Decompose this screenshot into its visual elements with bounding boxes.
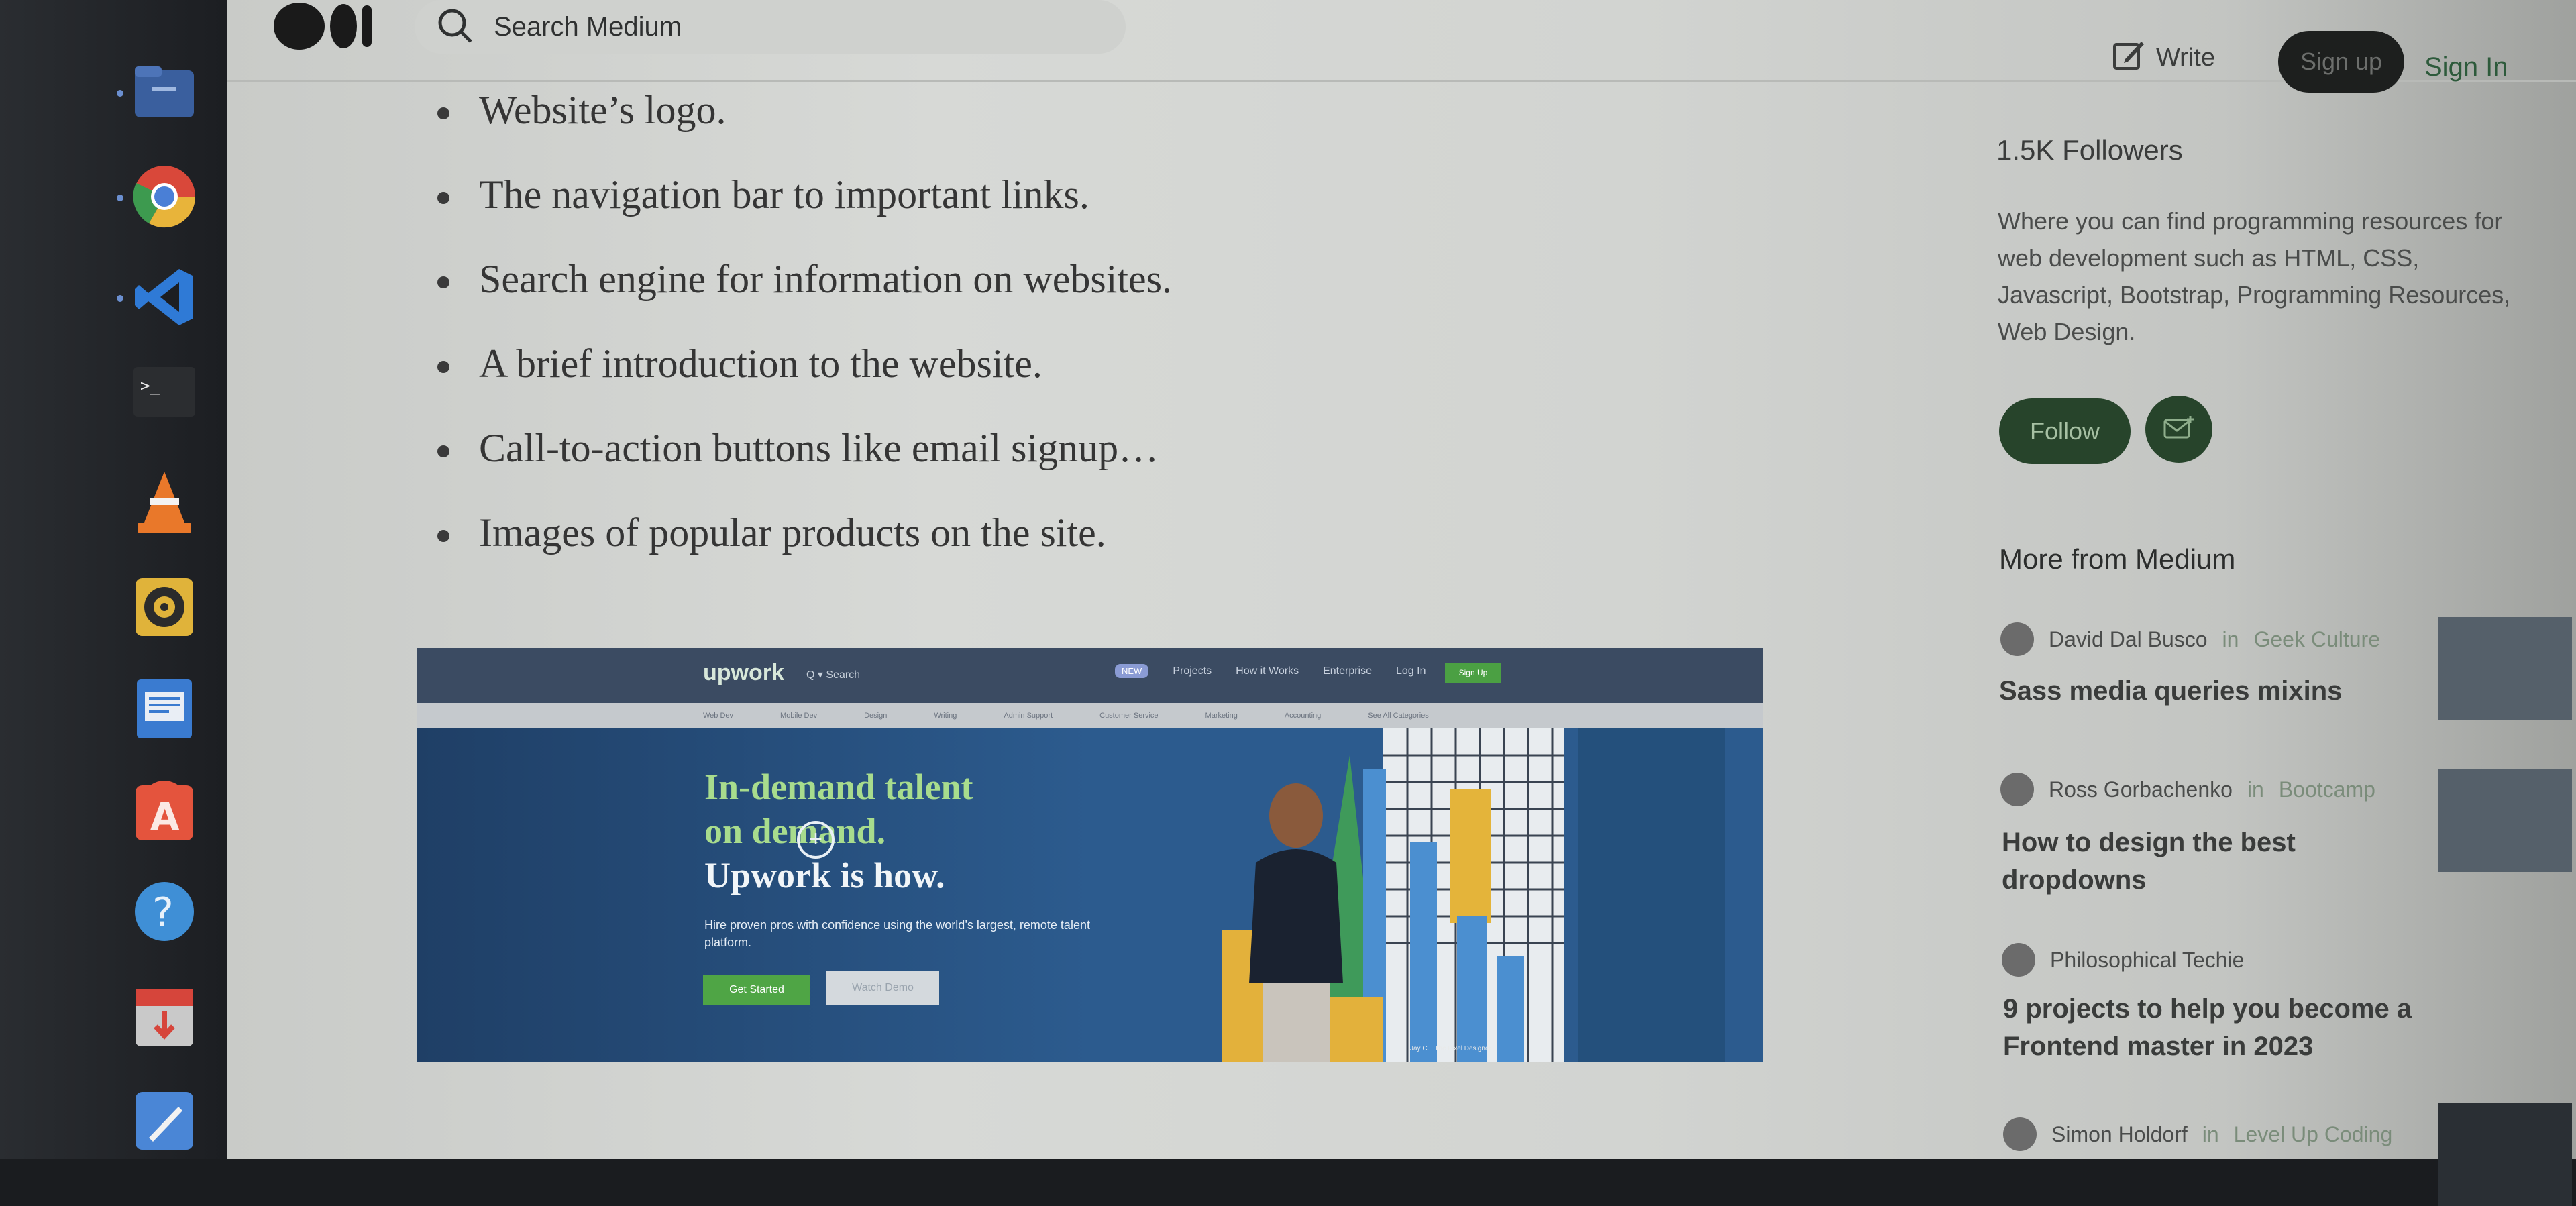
category-link: Writing [934, 712, 957, 720]
upwork-nav-link: Log In [1396, 665, 1426, 677]
author-in: in [2202, 1121, 2219, 1146]
sign-up-button[interactable]: Sign up [2278, 31, 2404, 93]
top-navigation: Write Sign up Sign In [227, 0, 2576, 93]
vscode-icon[interactable] [127, 260, 201, 334]
search-icon [435, 5, 475, 49]
list-item: Search engine for information on website… [437, 257, 1173, 301]
hero-get-started: Get Started [703, 975, 810, 1005]
new-badge: NEW [1115, 664, 1149, 678]
publication-name: Geek Culture [2253, 626, 2380, 651]
category-link: Marketing [1205, 712, 1238, 720]
category-link: Accounting [1284, 712, 1322, 720]
category-link: Admin Support [1004, 712, 1053, 720]
write-button[interactable]: Write [2112, 38, 2215, 78]
list-item: Images of popular products on the site. [437, 510, 1106, 555]
help-icon[interactable]: ? [127, 875, 201, 948]
upwork-navbar: upwork Q ▾ Search NEW Projects How it Wo… [417, 648, 1763, 703]
avatar [2000, 773, 2034, 806]
list-item: Website’s logo. [437, 88, 727, 132]
edit-icon [2112, 38, 2145, 78]
story-author[interactable]: Philosophical Techie [2002, 943, 2244, 977]
story-author[interactable]: Simon Holdorf in Level Up Coding [2003, 1117, 2392, 1151]
follower-count: 1.5K Followers [1996, 134, 2183, 166]
story-title[interactable]: Sass media queries mixins [1999, 672, 2342, 710]
category-link: Customer Service [1099, 712, 1159, 720]
subscribe-email-button[interactable] [2145, 396, 2212, 463]
list-item: The navigation bar to important links. [437, 172, 1089, 217]
category-link: Mobile Dev [780, 712, 818, 720]
author-name: Simon Holdorf [2051, 1121, 2188, 1146]
avatar [2002, 943, 2035, 977]
running-indicator [117, 195, 123, 201]
author-name: Philosophical Techie [2050, 947, 2245, 972]
search-bar[interactable] [415, 0, 1126, 54]
app-dock: >_ A ? [0, 0, 227, 1159]
pen-icon[interactable] [127, 1084, 201, 1158]
upwork-nav-link: Projects [1173, 665, 1212, 677]
publication-name: Bootcamp [2278, 777, 2375, 802]
upwork-logo: upwork [703, 660, 784, 686]
rhythmbox-icon[interactable] [127, 570, 201, 644]
running-indicator [117, 90, 123, 97]
follow-button[interactable]: Follow [1999, 398, 2131, 464]
mail-plus-icon [2162, 415, 2196, 445]
story-author[interactable]: David Dal Busco in Geek Culture [2000, 622, 2380, 656]
list-item: A brief introduction to the website. [437, 341, 1042, 386]
hero-watch-demo: Watch Demo [826, 971, 939, 1005]
story-author[interactable]: Ross Gorbachenko in Bootcamp [2000, 773, 2375, 806]
zoom-in-icon[interactable]: + [797, 821, 835, 859]
more-from-medium-heading: More from Medium [1999, 543, 2236, 575]
hero-caption: Jay C. | The Pixel Designer [1410, 1045, 1491, 1052]
hero-subtext: Hire proven pros with confidence using t… [704, 918, 1090, 949]
upwork-nav-links: NEW Projects How it Works Enterprise Log… [1115, 664, 1426, 678]
article-image-upwork[interactable]: upwork Q ▾ Search NEW Projects How it Wo… [417, 648, 1763, 1062]
medium-logo[interactable] [274, 3, 372, 50]
text-editor-icon[interactable] [127, 672, 201, 746]
vlc-icon[interactable] [127, 465, 201, 539]
story-thumbnail[interactable] [2438, 769, 2572, 872]
story-thumbnail[interactable] [2438, 617, 2572, 720]
svg-text:>_: >_ [140, 376, 160, 395]
upwork-search: Q ▾ Search [806, 669, 861, 681]
publication-name: Level Up Coding [2233, 1121, 2393, 1146]
installer-icon[interactable] [127, 981, 201, 1054]
sign-in-link[interactable]: Sign In [2424, 52, 2508, 83]
category-link: Design [864, 712, 888, 720]
author-name: David Dal Busco [2049, 626, 2208, 651]
story-thumbnail[interactable] [2438, 1103, 2572, 1206]
avatar [2000, 622, 2034, 656]
hero-headline: In-demand talent on demand. Upwork is ho… [704, 765, 1053, 897]
category-link: See All Categories [1368, 712, 1429, 720]
headline-line: Upwork is how. [704, 855, 945, 895]
hero-illustration: Jay C. | The Pixel Designer [1162, 728, 1763, 1062]
search-input[interactable] [492, 11, 1099, 43]
headline-line: on demand. [704, 811, 886, 851]
upwork-hero: In-demand talent on demand. Upwork is ho… [417, 728, 1763, 1062]
svg-text:?: ? [152, 889, 174, 936]
svg-text:A: A [150, 796, 180, 839]
headline-line: In-demand talent [704, 767, 973, 807]
author-name: Ross Gorbachenko [2049, 777, 2233, 802]
medium-article-page: Write Sign up Sign In Website’s logo. Th… [227, 0, 2576, 1159]
upwork-signup: Sign Up [1445, 663, 1501, 683]
avatar [2003, 1117, 2037, 1151]
files-icon[interactable] [127, 55, 201, 129]
category-link: Web Dev [703, 712, 734, 720]
list-item: Call-to-action buttons like email signup… [437, 426, 1159, 470]
upwork-categories: Web Dev Mobile Dev Design Writing Admin … [417, 703, 1763, 728]
author-in: in [2222, 626, 2239, 651]
publication-bio: Where you can find programming resources… [1998, 207, 2511, 345]
upwork-nav-link: Enterprise [1323, 665, 1372, 677]
software-center-icon[interactable]: A [127, 774, 201, 848]
author-in: in [2247, 777, 2264, 802]
upwork-nav-link: How it Works [1236, 665, 1299, 677]
story-title[interactable]: 9 projects to help you become a Frontend… [2003, 990, 2432, 1065]
write-label: Write [2156, 43, 2215, 72]
terminal-icon[interactable]: >_ [127, 355, 201, 429]
chrome-icon[interactable] [127, 160, 201, 233]
story-title[interactable]: How to design the best dropdowns [2002, 824, 2351, 899]
running-indicator [117, 295, 123, 302]
